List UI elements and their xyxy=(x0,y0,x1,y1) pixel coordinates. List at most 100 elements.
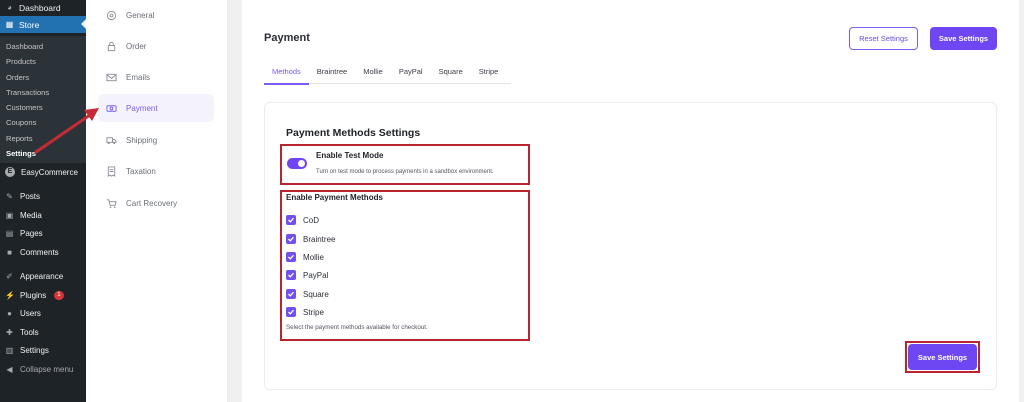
dashboard-icon: ◕ xyxy=(7,3,12,12)
nav-label: Taxation xyxy=(126,166,156,176)
menu-label: Plugins xyxy=(20,290,47,300)
menu-label: Appearance xyxy=(20,272,64,282)
wp-admin-sidebar: ◕ Dashboard ▦ Store Dashboard Products O… xyxy=(0,0,86,402)
user-icon: ● xyxy=(7,309,12,319)
pages-icon: ▤ xyxy=(5,229,14,239)
checkbox-checked-icon[interactable] xyxy=(286,270,296,280)
menu-label: Dashboard xyxy=(19,2,61,13)
submenu-settings[interactable]: Settings xyxy=(0,146,86,161)
menu-appearance[interactable]: ✐ Appearance xyxy=(0,268,86,287)
settings-nav-order[interactable]: Order xyxy=(98,32,214,60)
card-title: Payment Methods Settings xyxy=(286,127,421,139)
menu-settings[interactable]: ▥ Settings xyxy=(0,342,86,361)
settings-nav-payment[interactable]: Payment xyxy=(98,94,214,122)
menu-store[interactable]: ▦ Store xyxy=(0,16,86,33)
tab-stripe[interactable]: Stripe xyxy=(471,58,507,84)
methods-title: Enable Payment Methods xyxy=(286,193,383,202)
menu-plugins[interactable]: ⚡ Plugins 1 xyxy=(0,286,86,305)
nav-label: Emails xyxy=(126,72,151,82)
wrench-icon: ✚ xyxy=(6,327,13,337)
method-label: PayPal xyxy=(303,270,329,280)
menu-label: EasyCommerce xyxy=(21,167,78,177)
tab-braintree[interactable]: Braintree xyxy=(309,58,355,84)
gear-icon xyxy=(106,10,117,20)
payment-methods-card: Payment Methods Settings Enable Test Mod… xyxy=(264,102,997,390)
easycommerce-icon: E xyxy=(5,167,15,178)
menu-label: Media xyxy=(20,210,42,220)
nav-label: General xyxy=(126,10,155,20)
envelope-icon xyxy=(106,73,117,81)
method-mollie[interactable]: Mollie xyxy=(286,251,324,263)
menu-users[interactable]: ● Users xyxy=(0,305,86,324)
menu-comments[interactable]: ■ Comments xyxy=(0,243,86,262)
submenu-products[interactable]: Products xyxy=(0,54,86,69)
brush-icon: ✐ xyxy=(6,272,13,282)
collapse-icon: ◀ xyxy=(6,364,13,374)
payment-tabs: Methods Braintree Mollie PayPal Square S… xyxy=(264,58,511,85)
checkbox-checked-icon[interactable] xyxy=(286,234,296,244)
store-submenu: Dashboard Products Orders Transactions C… xyxy=(0,36,86,164)
reset-settings-button[interactable]: Reset Settings xyxy=(849,27,918,50)
test-mode-label: Enable Test Mode xyxy=(316,151,384,160)
lock-icon xyxy=(107,41,116,51)
menu-label: Comments xyxy=(20,247,59,257)
checkbox-checked-icon[interactable] xyxy=(286,252,296,262)
tab-mollie[interactable]: Mollie xyxy=(355,58,391,84)
settings-nav-shipping[interactable]: Shipping xyxy=(98,126,214,154)
method-square[interactable]: Square xyxy=(286,288,329,300)
menu-label: Settings xyxy=(20,346,49,356)
store-icon: ▦ xyxy=(5,20,14,29)
nav-label: Shipping xyxy=(126,135,158,145)
method-braintree[interactable]: Braintree xyxy=(286,233,335,245)
menu-dashboard[interactable]: ◕ Dashboard xyxy=(0,0,86,15)
pin-icon: ✎ xyxy=(6,192,13,202)
submenu-dashboard[interactable]: Dashboard xyxy=(0,39,86,54)
menu-pages[interactable]: ▤ Pages xyxy=(0,225,86,244)
submenu-coupons[interactable]: Coupons xyxy=(0,115,86,130)
money-icon xyxy=(106,104,117,112)
menu-posts[interactable]: ✎ Posts xyxy=(0,188,86,207)
settings-nav: General Order Emails Payment Shipping Ta… xyxy=(86,0,228,402)
truck-icon xyxy=(106,136,117,144)
plugin-icon: ⚡ xyxy=(5,290,15,300)
tab-square[interactable]: Square xyxy=(431,58,471,84)
collapse-menu-button[interactable]: ◀ Collapse menu xyxy=(0,360,86,379)
tab-paypal[interactable]: PayPal xyxy=(391,58,431,84)
tab-methods[interactable]: Methods xyxy=(264,58,309,85)
save-settings-button-top[interactable]: Save Settings xyxy=(930,27,997,50)
cart-icon xyxy=(106,198,117,208)
settings-nav-emails[interactable]: Emails xyxy=(98,63,214,91)
method-label: Mollie xyxy=(303,252,324,262)
method-cod[interactable]: CoD xyxy=(286,214,319,226)
menu-label: Store xyxy=(19,19,40,30)
highlight-box-methods xyxy=(280,190,530,341)
settings-nav-taxation[interactable]: Taxation xyxy=(98,157,214,185)
method-stripe[interactable]: Stripe xyxy=(286,306,324,318)
menu-label: Collapse menu xyxy=(20,364,74,374)
submenu-transactions[interactable]: Transactions xyxy=(0,85,86,100)
method-paypal[interactable]: PayPal xyxy=(286,269,328,281)
menu-media[interactable]: ▣ Media xyxy=(0,206,86,225)
media-icon: ▣ xyxy=(5,210,14,220)
nav-label: Order xyxy=(126,41,147,51)
save-settings-button-bottom[interactable]: Save Settings xyxy=(908,344,977,370)
menu-tools[interactable]: ✚ Tools xyxy=(0,323,86,342)
settings-nav-cart-recovery[interactable]: Cart Recovery xyxy=(98,189,214,217)
menu-label: Tools xyxy=(20,327,39,337)
menu-label: Posts xyxy=(20,192,41,202)
menu-label: Users xyxy=(20,309,41,319)
checkbox-checked-icon[interactable] xyxy=(286,289,296,299)
submenu-orders[interactable]: Orders xyxy=(0,70,86,85)
submenu-customers[interactable]: Customers xyxy=(0,100,86,115)
wp-menu-list: E EasyCommerce ✎ Posts ▣ Media ▤ Pages ■… xyxy=(0,163,86,379)
submenu-reports[interactable]: Reports xyxy=(0,131,86,146)
menu-easycommerce[interactable]: E EasyCommerce xyxy=(0,163,86,182)
method-label: Stripe xyxy=(303,307,324,317)
settings-nav-general[interactable]: General xyxy=(98,1,214,29)
test-mode-toggle[interactable] xyxy=(287,158,307,169)
checkbox-checked-icon[interactable] xyxy=(286,215,296,225)
method-label: CoD xyxy=(303,215,320,225)
nav-label: Cart Recovery xyxy=(126,198,178,208)
checkbox-checked-icon[interactable] xyxy=(286,307,296,317)
method-label: Braintree xyxy=(303,234,336,244)
